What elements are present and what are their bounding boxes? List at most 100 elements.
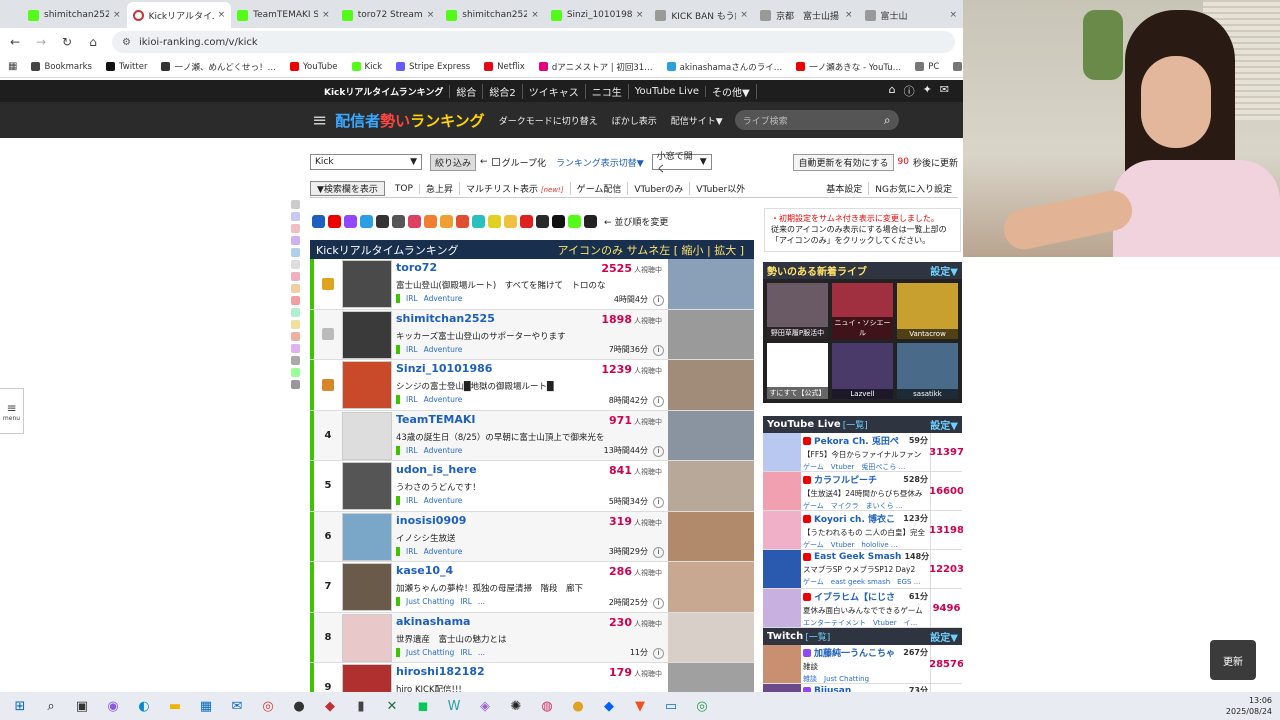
stream-tag[interactable]: Just Chatting	[406, 648, 454, 657]
address-bar[interactable]: ⚙ ikioi-ranking.com/v/kick	[112, 31, 955, 53]
stream-tag[interactable]: Adventure	[424, 345, 463, 354]
dark-mode-link[interactable]: ダークモードに切り替え	[499, 114, 598, 127]
side-live-row[interactable]: East Geek Smash 148分 スマブラSP ウメブラSP12 Day2 ゲ…	[763, 550, 963, 589]
stream-thumbnail[interactable]	[668, 259, 754, 309]
stream-tag[interactable]: ...	[478, 597, 485, 606]
app-red-icon[interactable]: ◆	[320, 696, 340, 716]
store-icon[interactable]: ▦	[196, 696, 216, 716]
browser-tab[interactable]: toro72 Stream - V ×	[336, 2, 441, 28]
top-nav-item[interactable]: その他▼	[706, 83, 757, 99]
stream-tag[interactable]: IRL	[406, 294, 418, 303]
nav-rising[interactable]: 急上昇	[420, 182, 460, 195]
mini-platform-icon[interactable]	[291, 272, 300, 281]
browser-tab[interactable]: KICK BAN もう終わ ×	[649, 2, 754, 28]
show-search-toggle[interactable]: ▼検索欄を表示	[310, 181, 385, 196]
filter-button[interactable]: 絞り込み	[430, 153, 477, 171]
ranking-row[interactable]: 9hiroshi182182179人視聴中hiro KICK配信!!!IRLi	[310, 663, 754, 692]
nav-multilist[interactable]: マルチリスト表示 [new!]	[460, 182, 571, 195]
m-platform-icon[interactable]	[472, 214, 485, 228]
twitch-settings-link[interactable]: 設定▼	[930, 629, 958, 644]
stream-title[interactable]: 富士山登山(御殿場ルート) すべてを賭けて トロのな	[396, 279, 664, 291]
stream-thumbnail[interactable]	[668, 663, 754, 692]
edge-icon[interactable]: ◐	[134, 696, 154, 716]
monitor-icon[interactable]: ▭	[661, 696, 681, 716]
ranking-row[interactable]: Sinzi_10101986 1239 人視聴中 シンジの富士登山█地獄の御殿場ルート…	[310, 360, 754, 411]
twitcasting-icon[interactable]	[360, 214, 373, 228]
m2-platform-icon[interactable]	[584, 214, 597, 228]
brave-icon[interactable]: ▼	[630, 696, 650, 716]
mini-platform-icon[interactable]	[291, 212, 300, 221]
basic-settings-link[interactable]: 基本設定	[820, 182, 870, 195]
tab-close-icon[interactable]: ×	[113, 10, 121, 20]
bookmark-item[interactable]: PC	[915, 62, 939, 72]
back-icon[interactable]: ←	[8, 35, 22, 49]
side-live-name[interactable]: 加藤純一うんこちゃ	[814, 646, 895, 659]
bookmark-item[interactable]: 一ノ瀬あきな - YouTu…	[796, 61, 901, 73]
stream-tag[interactable]: Adventure	[424, 446, 463, 455]
ranking-row[interactable]: 4 TeamTEMAKI 971 人視聴中 43歳の誕生日（8/25）の早朝に富士山頂上…	[310, 410, 754, 461]
apps-grid-icon[interactable]: ▦	[8, 61, 17, 72]
bookmark-item[interactable]: Bookmarks	[31, 62, 92, 72]
bookmark-item[interactable]: Twitter	[105, 62, 147, 72]
mail-icon[interactable]: ✉	[940, 83, 949, 99]
row-info-icon[interactable]: i	[653, 496, 664, 508]
platform-select[interactable]: Kick ▼	[310, 154, 422, 170]
coin-icon[interactable]: ●	[568, 696, 588, 716]
mini-platform-icon[interactable]	[291, 248, 300, 257]
browser-tab[interactable]: shimitchan2525 S×	[440, 2, 545, 28]
sort-order-link[interactable]: ← 並び順を変更	[604, 215, 668, 228]
mini-platform-icon[interactable]	[291, 320, 300, 329]
top-nav-item[interactable]: Kickリアルタイムランキング	[318, 84, 451, 98]
side-live-name[interactable]: Pekora Ch. 兎田ぺ	[814, 434, 899, 447]
side-live-row[interactable]: Pekora Ch. 兎田ぺ 59分 【FF5】今日からファイナルファン ゲーム Vt…	[763, 433, 963, 472]
new-live-settings-link[interactable]: 設定▼	[930, 263, 958, 278]
youtube-settings-link[interactable]: 設定▼	[930, 417, 958, 432]
mildom-icon[interactable]	[408, 214, 421, 228]
side-live-row[interactable]: イブラヒム【にじさ 61分 夏休み面白いみんなでできるゲーム エンターテイメント Vt…	[763, 589, 962, 628]
floating-menu-button[interactable]: ≡ menu	[0, 388, 24, 434]
reload-icon[interactable]: ↻	[60, 35, 74, 49]
side-live-tags[interactable]: 雑談 Just Chatting	[803, 674, 928, 683]
browser-tab[interactable]: shimitchan2525 S×	[22, 2, 127, 28]
tab-close-icon[interactable]: ×	[322, 10, 330, 20]
line-icon[interactable]: ◼	[413, 696, 433, 716]
auto-update-button[interactable]: 自動更新を有効にする	[793, 153, 894, 171]
ranking-row[interactable]: toro72 2525 人視聴中 富士山登山(御殿場ルート) すべてを賭けて トロのな…	[310, 259, 754, 310]
mini-platform-icon[interactable]	[291, 380, 300, 389]
live-search-input[interactable]: ライブ検索 ⌕	[734, 110, 899, 130]
stream-tag[interactable]: IRL	[460, 648, 472, 657]
row-info-icon[interactable]: i	[653, 597, 664, 609]
twitter-icon[interactable]: ✦	[923, 83, 932, 99]
side-live-tags[interactable]: ゲーム east geek smash EGS ...	[803, 577, 928, 587]
stream-title[interactable]: キッカーズ富士山登山のサポーターやります	[396, 330, 664, 342]
stream-tag[interactable]: Adventure	[424, 294, 463, 303]
side-live-row[interactable]: Koyori ch. 博衣こ 123分 【うたわれるもの 二人の白皇】完全 ゲーム V…	[763, 511, 963, 550]
bookmark-item[interactable]: iCloud写真	[953, 61, 963, 73]
group-checkbox[interactable]: グループ化	[491, 156, 546, 169]
stream-thumbnail[interactable]	[668, 461, 754, 511]
side-live-name[interactable]: イブラヒム【にじさ	[814, 590, 895, 603]
row-info-icon[interactable]: i	[653, 648, 664, 659]
taskbar-clock[interactable]: 13:06 2025/08/24	[1226, 695, 1272, 717]
ranking-row[interactable]: 8 akinashama 230 人視聴中 世界遺産 富士山の魅力とは Just Chat…	[310, 612, 754, 663]
ranking-switch[interactable]: ランキング表示切替▼	[556, 156, 644, 169]
side-live-tags[interactable]: ゲーム Vtuber 兎田ぺこら ...	[803, 462, 928, 471]
face-platform-icon[interactable]	[504, 214, 517, 228]
mini-platform-icon[interactable]	[291, 368, 300, 377]
stream-thumbnail[interactable]	[668, 360, 754, 410]
obs-icon[interactable]: ●	[289, 696, 309, 716]
streamer-avatar[interactable]	[342, 260, 392, 308]
bookmark-item[interactable]: Stripe Express	[396, 62, 470, 72]
browser-tab[interactable]: Kickリアルタイムラン ×	[126, 2, 232, 28]
tab-close-icon[interactable]: ×	[636, 10, 644, 20]
side-live-name[interactable]: カラフルピーチ	[814, 473, 877, 486]
browser-tab[interactable]: TeamTEMAKI Stre×	[231, 2, 336, 28]
mini-platform-icon[interactable]	[291, 200, 300, 209]
stream-tag[interactable]: Adventure	[424, 547, 463, 556]
ng-favorite-settings-link[interactable]: NGお気に入り設定	[869, 182, 958, 195]
top-nav-item[interactable]: ニコ生	[586, 83, 629, 99]
stream-tag[interactable]: IRL	[406, 496, 418, 505]
new-live-card[interactable]: Vantacrow	[897, 283, 958, 339]
top-nav-item[interactable]: ツイキャス	[523, 83, 586, 99]
new-live-card[interactable]: すにすて【公式】	[767, 343, 828, 399]
